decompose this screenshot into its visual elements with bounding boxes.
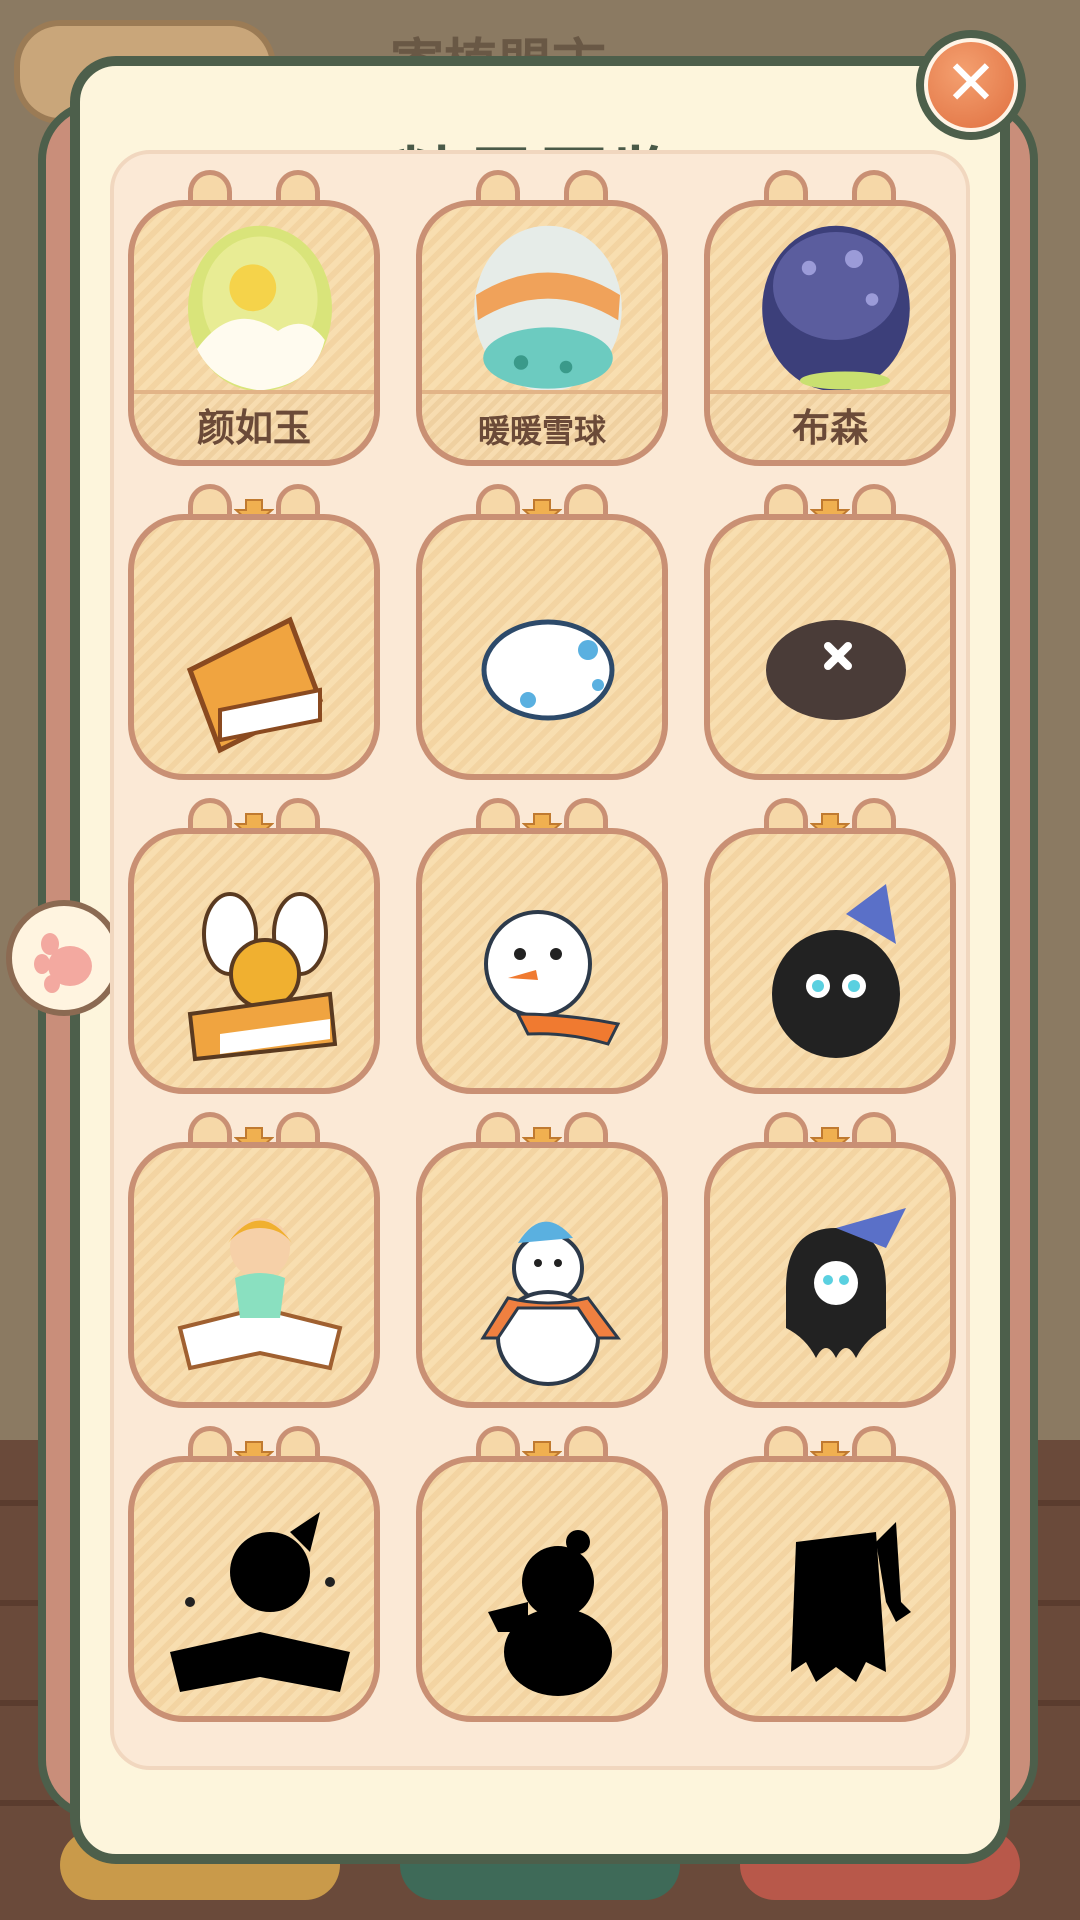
- snowman-head-icon: [484, 910, 621, 1046]
- spirit-card[interactable]: [704, 798, 956, 1094]
- reaper-silhouette-icon: [791, 1522, 911, 1682]
- book-icon: [186, 616, 324, 754]
- card-body: [704, 1456, 956, 1722]
- reaper-ghost-icon: [786, 1208, 906, 1358]
- yellow-egg-icon: [188, 225, 332, 392]
- paw-icon: [34, 933, 92, 993]
- spirit-card[interactable]: [704, 484, 956, 780]
- spirit-card[interactable]: [416, 484, 668, 780]
- card-name: 暖暖雪球: [477, 412, 606, 450]
- card-body: [704, 1142, 956, 1408]
- spirit-card[interactable]: [416, 798, 668, 1094]
- card-body: [128, 514, 380, 780]
- card-name: 布森: [791, 406, 868, 450]
- card-body: [128, 1142, 380, 1408]
- close-icon: ✕: [924, 38, 1018, 132]
- spirit-card[interactable]: 颜如玉: [128, 170, 380, 466]
- card-body: [128, 1456, 380, 1722]
- card-body: 颜如玉: [128, 200, 380, 466]
- dark-blob-icon: [766, 620, 906, 720]
- card-name: 颜如玉: [196, 406, 311, 450]
- paw-button[interactable]: [6, 900, 122, 1016]
- spirit-card[interactable]: [704, 1112, 956, 1408]
- snowball-icon: [481, 619, 615, 721]
- spirit-card-locked[interactable]: [128, 1426, 380, 1722]
- spirit-card[interactable]: [416, 1112, 668, 1408]
- galaxy-egg-icon: [762, 225, 910, 392]
- ghost-with-hat-icon: [772, 884, 900, 1058]
- card-body: 暖暖雪球: [416, 200, 668, 466]
- card-body: 布森: [704, 200, 956, 466]
- close-button[interactable]: ✕: [916, 30, 1026, 140]
- spirit-card[interactable]: 暖暖雪球: [416, 170, 668, 466]
- spirit-card-locked[interactable]: [416, 1426, 668, 1722]
- card-body: [416, 828, 668, 1094]
- spirit-card[interactable]: [128, 484, 380, 780]
- snowman-silhouette-icon: [488, 1530, 612, 1696]
- card-body: [128, 828, 380, 1094]
- card-body: [704, 828, 956, 1094]
- card-body: [416, 1456, 668, 1722]
- spirit-card[interactable]: 布森: [704, 170, 956, 466]
- card-body: [416, 1142, 668, 1408]
- fairy-silhouette-icon: [170, 1512, 350, 1692]
- spirit-card[interactable]: [128, 1112, 380, 1408]
- fairy-on-book-icon: [177, 1218, 343, 1371]
- spirit-card[interactable]: [128, 798, 380, 1094]
- card-body: [416, 514, 668, 780]
- card-body: [704, 514, 956, 780]
- bee-on-book-icon: [187, 892, 338, 1062]
- snowman-icon: [480, 1221, 621, 1386]
- spirit-card-locked[interactable]: [704, 1426, 956, 1722]
- snow-egg-icon: [474, 225, 622, 392]
